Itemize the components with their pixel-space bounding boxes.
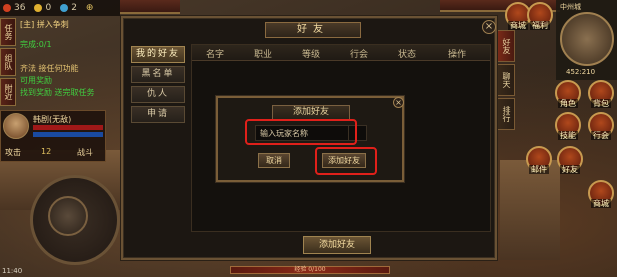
nav-my-friends[interactable]: 我的好友 [131,46,185,63]
hp-bar [33,125,103,130]
gold-icon [34,4,43,12]
role-button[interactable]: 角色 [555,80,581,108]
quest-hint: 找到奖励 送完取任务 [20,88,95,97]
col-class: 职业 [254,50,273,60]
col-guild: 行会 [350,50,369,60]
quest-progress: 完成:0/1 [20,40,52,49]
col-status: 状态 [398,50,417,60]
add-icon[interactable]: ⊕ [86,3,94,13]
guild-button[interactable]: 行会 [588,112,614,140]
col-name: 名字 [206,50,225,60]
highlight-input [245,119,357,145]
cancel-button[interactable]: 取消 [258,153,290,168]
nav-blacklist[interactable]: 黑名单 [131,66,185,83]
roof-left [120,0,180,14]
side-tab-rank[interactable]: 排行 [497,98,515,130]
avatar[interactable] [3,113,29,139]
diamond-value: 2 [71,3,77,13]
col-action: 操作 [448,50,467,60]
level-icon [3,4,11,12]
column-headers: 名字 职业 等级 行会 状态 操作 [192,45,490,61]
minimap[interactable]: 中州城 452:210 [556,0,617,80]
battle-label[interactable]: 战斗 [77,147,93,158]
side-tab-chat[interactable]: 聊天 [497,64,515,96]
tab-team[interactable]: 组队 [0,48,16,76]
tab-task[interactable]: 任务 [0,18,16,46]
shop2-button[interactable]: 商城 [588,180,614,208]
mail-button[interactable]: 邮件 [526,146,552,174]
location-name: 中州城 [560,3,581,11]
level-label: 12 [41,147,52,156]
friend-button[interactable]: 好友 [557,146,583,174]
close-icon[interactable]: × [482,20,496,34]
attack-label[interactable]: 攻击 [5,147,21,158]
nav-enemies[interactable]: 仇人 [131,86,185,103]
add-friend-button[interactable]: 添加好友 [303,236,371,254]
highlight-confirm [315,147,377,175]
minimap-circle[interactable] [560,12,614,66]
quest-desc: 齐法 接任何功能 [20,64,79,73]
top-status-bar: 36 0 2 ⊕ [0,0,120,16]
joystick[interactable] [48,196,88,236]
gold-value: 0 [45,3,52,13]
mp-bar [33,132,103,137]
side-tab-friends[interactable]: 好友 [497,30,515,62]
diamond-icon [60,4,69,12]
left-panel: 任务 组队 附近 [主] 拼入争刺 完成:0/1 齐法 接任何功能 可用奖励 找… [0,16,122,162]
wall-right [500,160,560,260]
tab-nearby[interactable]: 附近 [0,78,16,106]
clock: 11:40 [2,267,23,275]
level-value: 36 [14,3,26,13]
nav-requests[interactable]: 申请 [131,106,185,123]
exp-bar: 经验 0/100 [230,266,390,274]
close-icon[interactable]: × [393,97,404,108]
skill-button[interactable]: 技能 [555,112,581,140]
quest-title[interactable]: [主] 拼入争刺 [20,20,69,30]
dialog-title: 好友 [265,22,361,38]
character-name: 韩剧(无敌) [33,115,72,124]
welfare-button[interactable]: 福利 [527,2,553,30]
bag-button[interactable]: 背包 [588,80,614,108]
character-card[interactable]: 韩剧(无敌) 攻击 12 战斗 [0,110,106,162]
col-level: 等级 [302,50,321,60]
add-dialog-title: 添加好友 [272,105,350,120]
quest-reward: 可用奖励 [20,76,52,85]
coords: 452:210 [566,68,596,76]
